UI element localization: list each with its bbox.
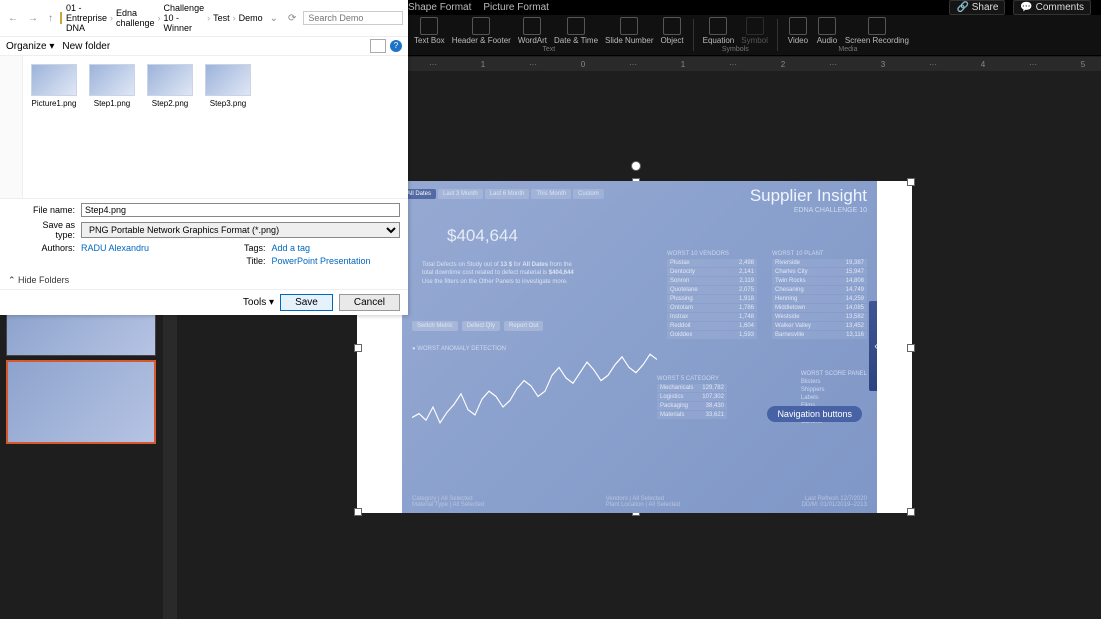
nav-strip: ‹ [869,301,877,391]
file-item[interactable]: Step1.png [89,64,135,108]
slide-thumbnail-active[interactable] [6,360,156,444]
horizontal-ruler: ···1···0···1···2···3···4···5···6···7···8… [408,57,1101,71]
dialog-toolbar: Organize ▾ New folder ? [0,37,408,56]
breadcrumb[interactable]: 01 - Entreprise DNA›Edna challenge›Chall… [66,3,263,33]
dash-footer: Category | All SelectedMaterial Type | A… [412,496,867,508]
filetype-label: Save as type: [25,220,75,240]
textbox-button[interactable]: Text Box [412,17,447,45]
file-item[interactable]: Step2.png [147,64,193,108]
slide-thumbnail-panel [0,315,162,619]
equation-button[interactable]: Equation [701,17,737,45]
dialog-nav: ← → ↑ 01 - Entreprise DNA›Edna challenge… [0,0,408,37]
ribbon-tab-row: Shape Format Picture Format [408,0,549,15]
ribbon-group-media: Media [838,46,857,53]
dash-subtitle: EDNA CHALLENGE 10 [794,207,867,214]
file-item[interactable]: Step3.png [205,64,251,108]
folder-tree[interactable] [0,56,23,198]
wordart-button[interactable]: WordArt [516,17,549,45]
save-as-dialog: ← → ↑ 01 - Entreprise DNA›Edna challenge… [0,0,408,315]
slidenumber-button[interactable]: Slide Number [603,17,655,45]
rotate-handle-icon[interactable] [631,161,641,171]
up-button[interactable]: ↑ [45,13,56,24]
tags-label: Tags: [216,243,266,253]
title-value[interactable]: PowerPoint Presentation [272,256,401,266]
dash-title: Supplier Insight [750,186,867,206]
save-button[interactable]: Save [280,294,333,311]
comments-button[interactable]: 💬 Comments [1013,0,1091,15]
title-label: Title: [216,256,266,266]
dash-summary: Total Defects on Study out of 13 $ for A… [422,261,577,286]
resize-handle[interactable] [354,508,362,516]
dash-buttons: Switch MetricDefect QtyReport Out [412,321,543,331]
audio-button[interactable]: Audio [814,17,840,45]
file-list[interactable]: Picture1.png Step1.png Step2.png Step3.png [23,56,408,198]
screenrec-button[interactable]: Screen Recording [843,17,911,45]
dropdown-icon[interactable]: ⌄ [267,13,281,24]
dash-tabs: All DatesLast 3 MonthLast 6 MonthThis Mo… [402,189,604,199]
ribbon: Text Box Header & Footer WordArt Date & … [408,15,1101,56]
tags-value[interactable]: Add a tag [272,243,401,253]
tab-picture-format[interactable]: Picture Format [483,2,549,13]
object-button[interactable]: Object [659,17,686,45]
file-item[interactable]: Picture1.png [31,64,77,108]
dialog-actions: Tools ▾ Save Cancel [0,289,408,315]
vendors-panel: WORST 10 VENDORSPlustax2,498Dentocity2,1… [667,251,757,340]
authors-label: Authors: [25,243,75,253]
filename-input[interactable] [81,203,400,217]
video-button[interactable]: Video [785,17,811,45]
refresh-button[interactable]: ⟳ [285,13,299,24]
slide-thumbnail[interactable] [6,315,156,356]
search-input[interactable] [303,11,403,25]
resize-handle[interactable] [354,344,362,352]
filetype-select[interactable]: PNG Portable Network Graphics Format (*.… [81,222,400,238]
tab-shape-format[interactable]: Shape Format [408,2,471,13]
slide[interactable]: Supplier Insight EDNA CHALLENGE 10 All D… [357,181,912,513]
cancel-button[interactable]: Cancel [339,294,400,311]
back-button[interactable]: ← [5,13,21,24]
category-panel: WORST 5 CATEGORYMechanicals129,782Logist… [657,376,727,420]
callout-shape[interactable]: Navigation buttons [767,406,862,422]
resize-handle[interactable] [907,344,915,352]
view-button[interactable] [370,39,386,53]
tools-button[interactable]: Tools ▾ [243,297,274,308]
share-button[interactable]: 🔗 Share [949,0,1005,15]
help-button[interactable]: ? [390,40,402,52]
filename-label: File name: [25,205,75,215]
resize-handle[interactable] [907,508,915,516]
anomaly-chart [412,341,657,473]
symbol-button[interactable]: Symbol [739,17,770,45]
dashboard-image: Supplier Insight EDNA CHALLENGE 10 All D… [402,181,877,513]
datetime-button[interactable]: Date & Time [552,17,600,45]
dash-kpi: $404,644 [447,226,518,246]
new-folder-button[interactable]: New folder [62,41,110,52]
folder-icon [60,12,62,24]
ribbon-group-text: Text [542,46,555,53]
organize-button[interactable]: Organize ▾ [6,41,54,52]
forward-button[interactable]: → [25,13,41,24]
hide-folders-button[interactable]: ⌃ Hide Folders [0,272,408,289]
authors-value[interactable]: RADU Alexandru [81,243,210,253]
dialog-fields: File name: Save as type: PNG Portable Ne… [0,198,408,272]
header-footer-button[interactable]: Header & Footer [450,17,513,45]
resize-handle[interactable] [907,178,915,186]
ribbon-group-symbols: Symbols [722,46,749,53]
plants-panel: WORST 10 PLANTRiverside19,387Charles Cit… [772,251,867,340]
